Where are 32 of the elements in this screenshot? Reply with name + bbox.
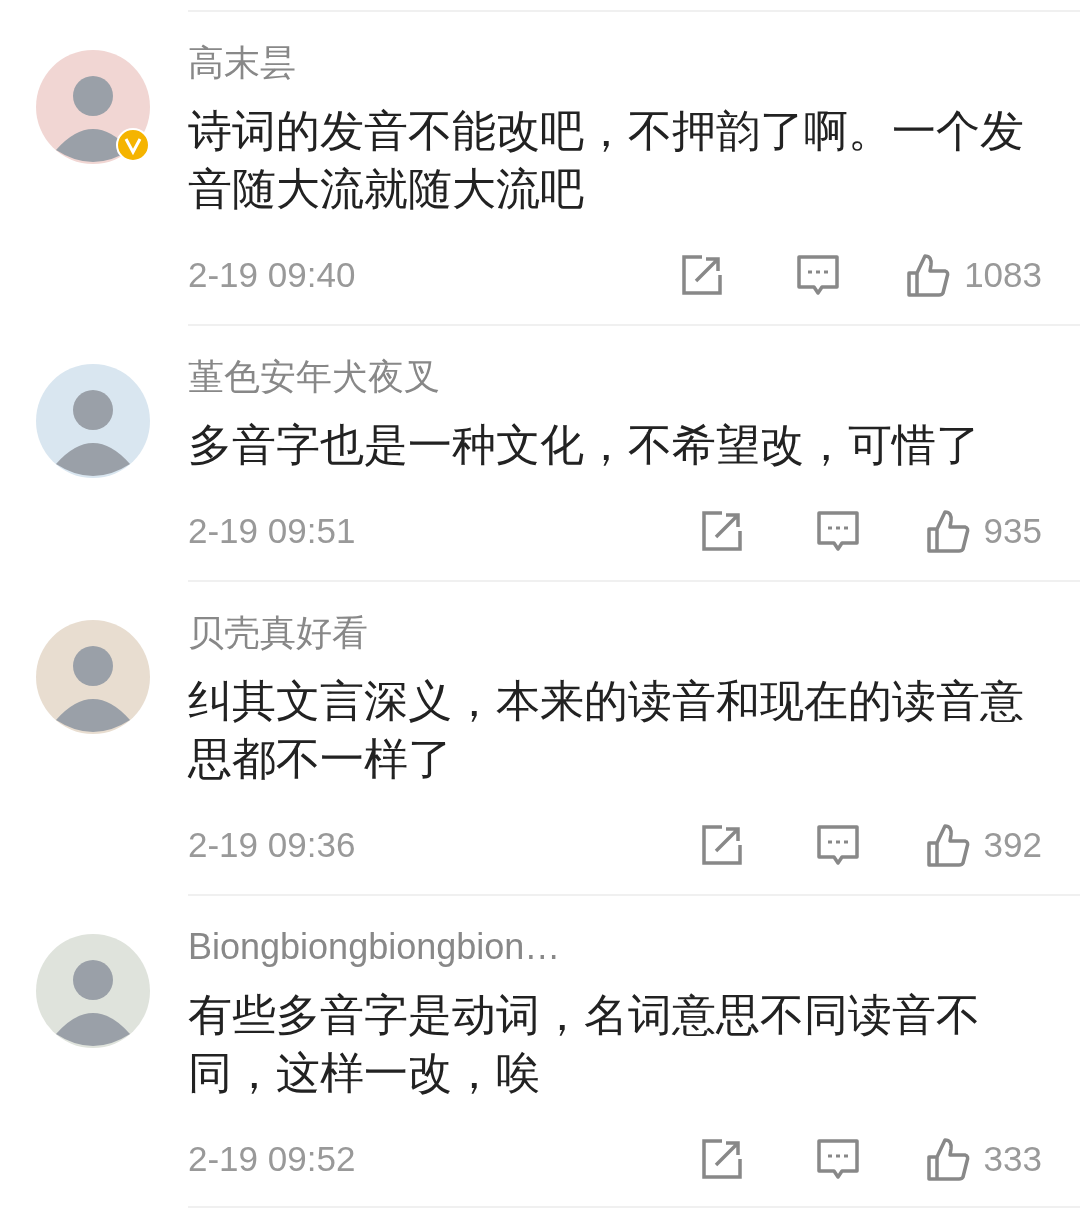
comment-time: 2-19 09:40 — [188, 255, 357, 295]
comment-icon[interactable] — [815, 823, 860, 867]
comment-time: 2-19 09:51 — [188, 511, 357, 551]
like-button[interactable]: 1083 — [906, 253, 1042, 297]
avatar-icon[interactable] — [36, 934, 150, 1048]
avatar-icon[interactable] — [36, 50, 150, 164]
comment-icon[interactable] — [796, 253, 841, 297]
user-name[interactable]: 高末昙 — [188, 38, 1042, 88]
comment-time: 2-19 09:36 — [188, 825, 357, 865]
avatar-icon[interactable] — [36, 364, 150, 478]
comment-text: 纠其文言深义，本来的读音和现在的读音意思都不一样了 — [188, 675, 1025, 785]
share-icon[interactable] — [699, 509, 744, 553]
avatar-icon[interactable] — [36, 620, 150, 734]
thumbs-up-icon — [925, 509, 970, 553]
comment-icon[interactable] — [815, 509, 860, 553]
thumbs-up-icon — [906, 253, 951, 297]
share-icon[interactable] — [680, 253, 725, 297]
comment-time: 2-19 09:52 — [188, 1139, 357, 1179]
comment-text: 多音字也是一种文化，不希望改，可惜了 — [188, 419, 981, 471]
like-button[interactable]: 333 — [925, 1137, 1042, 1181]
thumbs-up-icon — [925, 823, 970, 867]
like-button[interactable]: 935 — [925, 509, 1042, 553]
comment-text: 有些多音字是动词，名词意思不同读音不同，这样一改，唉 — [188, 989, 981, 1099]
comment-icon[interactable] — [815, 1137, 860, 1181]
user-name[interactable]: 堇色安年犬夜叉 — [188, 352, 1042, 402]
like-button[interactable]: 392 — [925, 823, 1042, 867]
user-name[interactable]: Biongbiongbiongbion… — [188, 922, 1042, 972]
share-icon[interactable] — [699, 1137, 744, 1181]
share-icon[interactable] — [699, 823, 744, 867]
user-name[interactable]: 贝壳真好看 — [188, 608, 1042, 658]
comment-text: 诗词的发音不能改吧，不押韵了啊。一个发音随大流就随大流吧 — [188, 105, 1025, 215]
thumbs-up-icon — [925, 1137, 970, 1181]
